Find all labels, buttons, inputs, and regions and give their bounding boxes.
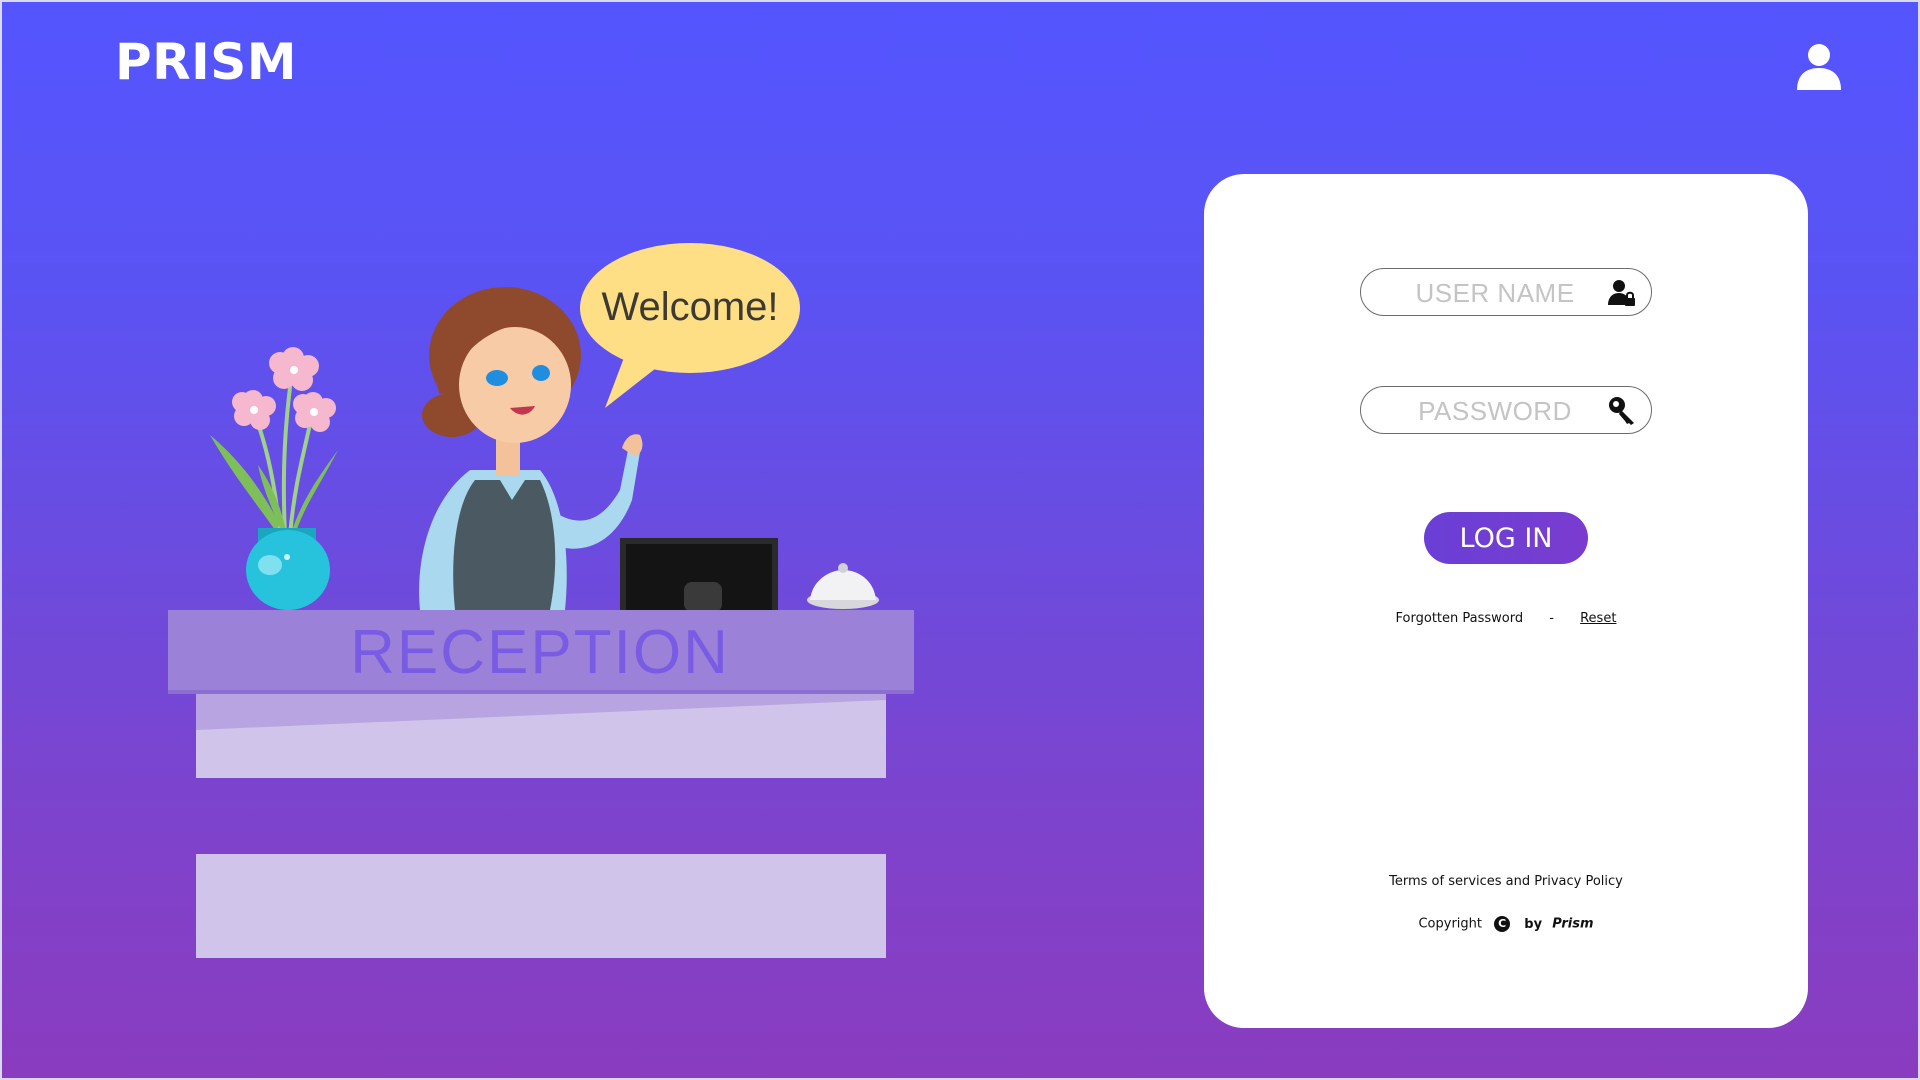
flower-plant bbox=[210, 347, 338, 536]
copyright-icon: C bbox=[1494, 916, 1511, 932]
password-input[interactable] bbox=[1383, 393, 1607, 429]
computer-monitor bbox=[620, 538, 778, 612]
separator: - bbox=[1549, 611, 1554, 626]
user-account-button[interactable] bbox=[1792, 40, 1846, 94]
login-card: LOG IN Forgotten Password - Reset Terms … bbox=[1204, 174, 1808, 1028]
username-input[interactable] bbox=[1383, 275, 1607, 311]
key-icon bbox=[1609, 397, 1634, 425]
reception-illustration: Welcome! RECEPTION bbox=[168, 243, 914, 958]
desk-lower-panel bbox=[196, 854, 886, 958]
vase bbox=[246, 528, 330, 610]
user-lock-icon bbox=[1608, 280, 1635, 306]
company-name: Prism bbox=[1552, 916, 1594, 932]
login-button[interactable]: LOG IN bbox=[1424, 512, 1588, 564]
terms-privacy-link[interactable]: Terms of services and Privacy Policy bbox=[1204, 874, 1808, 889]
copyright-line: Copyright C by Prism bbox=[1204, 916, 1808, 932]
password-field-container bbox=[1360, 386, 1652, 434]
username-field-container bbox=[1360, 268, 1652, 316]
by-label: by bbox=[1524, 916, 1543, 932]
speech-bubble-text: Welcome! bbox=[601, 285, 778, 329]
reset-link[interactable]: Reset bbox=[1580, 611, 1616, 626]
reception-sign: RECEPTION bbox=[350, 618, 730, 687]
service-bell bbox=[807, 563, 879, 609]
forgot-password-row: Forgotten Password - Reset bbox=[1204, 611, 1808, 626]
forgot-password-label: Forgotten Password bbox=[1395, 611, 1524, 626]
copyright-label: Copyright bbox=[1418, 916, 1483, 932]
user-icon bbox=[1797, 44, 1841, 90]
